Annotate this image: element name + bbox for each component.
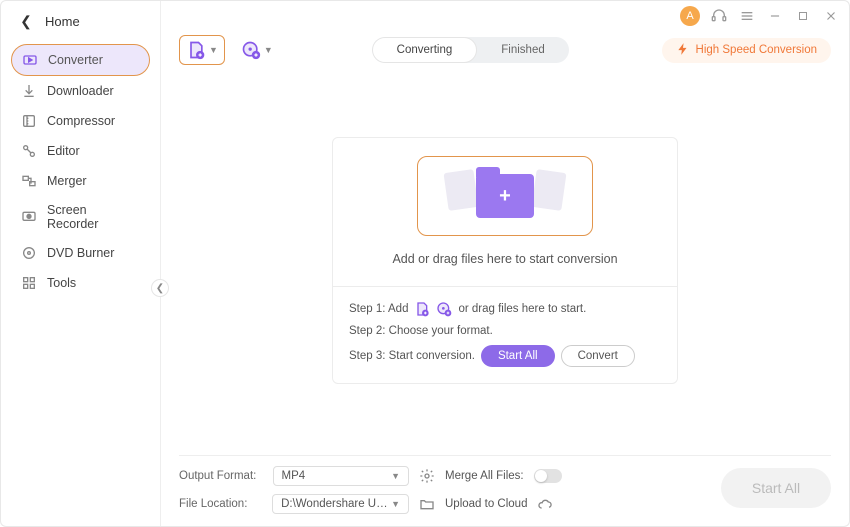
- downloader-icon: [21, 83, 37, 99]
- step-2-row: Step 2: Choose your format.: [349, 325, 661, 337]
- output-format-value: MP4: [282, 470, 306, 482]
- file-location-value: D:\Wondershare UniConverter 1: [281, 498, 391, 510]
- sidebar-item-editor[interactable]: Editor: [11, 136, 150, 166]
- sidebar-item-converter[interactable]: Converter: [11, 44, 150, 76]
- high-speed-label: High Speed Conversion: [696, 44, 817, 56]
- main-panel: ▼ ▼ Converting Finished High Speed Conve…: [161, 1, 849, 526]
- sidebar-item-label: Compressor: [47, 114, 115, 128]
- screen-recorder-icon: [21, 209, 37, 225]
- sidebar-item-label: Merger: [47, 174, 87, 188]
- step-2-text: Step 2: Choose your format.: [349, 325, 493, 337]
- file-location-label: File Location:: [179, 498, 262, 510]
- bolt-icon: [676, 42, 690, 59]
- step-1-row: Step 1: Add or drag files here to start.: [349, 301, 661, 317]
- home-label[interactable]: Home: [45, 14, 80, 29]
- start-all-label: Start All: [752, 480, 800, 496]
- sidebar-item-label: Screen Recorder: [47, 203, 140, 231]
- chevron-down-icon: ▼: [391, 471, 400, 481]
- sidebar: ❮ Home Converter Downloader Compressor: [1, 1, 161, 526]
- output-format-label: Output Format:: [179, 470, 263, 482]
- drop-zone-label: Add or drag files here to start conversi…: [333, 252, 677, 266]
- sidebar-item-label: DVD Burner: [47, 246, 114, 260]
- chevron-down-icon: ▼: [209, 45, 218, 55]
- add-file-icon[interactable]: [414, 301, 430, 317]
- sidebar-item-dvd-burner[interactable]: DVD Burner: [11, 238, 150, 268]
- step-3-row: Step 3: Start conversion. Start All Conv…: [349, 345, 661, 367]
- ghost-doc-icon: [444, 169, 479, 211]
- sidebar-item-downloader[interactable]: Downloader: [11, 76, 150, 106]
- add-dvd-button[interactable]: ▼: [235, 36, 279, 64]
- chevron-down-icon: ▼: [391, 499, 400, 509]
- merge-all-toggle[interactable]: [534, 469, 562, 483]
- sidebar-item-compressor[interactable]: Compressor: [11, 106, 150, 136]
- editor-icon: [21, 143, 37, 159]
- output-format-select[interactable]: MP4 ▼: [273, 466, 409, 486]
- sidebar-item-merger[interactable]: Merger: [11, 166, 150, 196]
- start-all-button[interactable]: Start All: [721, 468, 831, 508]
- upload-to-cloud-label: Upload to Cloud: [445, 498, 527, 510]
- sidebar-item-label: Downloader: [47, 84, 114, 98]
- convert-pill-button[interactable]: Convert: [561, 345, 635, 367]
- merge-all-label: Merge All Files:: [445, 470, 524, 482]
- back-icon[interactable]: ❮: [19, 13, 33, 30]
- high-speed-conversion-button[interactable]: High Speed Conversion: [662, 38, 831, 63]
- ghost-doc-icon: [532, 169, 567, 211]
- tab-finished[interactable]: Finished: [477, 37, 568, 63]
- step-1-prefix: Step 1: Add: [349, 303, 408, 315]
- drop-zone-card: + Add or drag files here to start conver…: [332, 137, 678, 384]
- step-1-suffix: or drag files here to start.: [458, 303, 586, 315]
- status-segmented: Converting Finished: [372, 37, 569, 63]
- merger-icon: [21, 173, 37, 189]
- sidebar-item-tools[interactable]: Tools: [11, 268, 150, 298]
- add-file-button[interactable]: ▼: [179, 35, 225, 65]
- converter-icon: [22, 52, 38, 68]
- output-settings-icon[interactable]: [419, 468, 435, 484]
- sidebar-item-screen-recorder[interactable]: Screen Recorder: [11, 196, 150, 238]
- sidebar-item-label: Editor: [47, 144, 80, 158]
- sidebar-item-label: Converter: [48, 53, 103, 67]
- dvd-burner-icon: [21, 245, 37, 261]
- start-all-pill-button[interactable]: Start All: [481, 345, 555, 367]
- chevron-down-icon: ▼: [264, 45, 273, 55]
- file-location-select[interactable]: D:\Wondershare UniConverter 1 ▼: [272, 494, 409, 514]
- tools-icon: [21, 275, 37, 291]
- cloud-icon[interactable]: [537, 496, 553, 512]
- add-dvd-icon[interactable]: [436, 301, 452, 317]
- open-folder-icon[interactable]: [419, 496, 435, 512]
- sidebar-item-label: Tools: [47, 276, 76, 290]
- step-3-text: Step 3: Start conversion.: [349, 350, 475, 362]
- compressor-icon: [21, 113, 37, 129]
- folder-plus-icon: +: [476, 174, 534, 218]
- tab-converting[interactable]: Converting: [372, 37, 478, 63]
- drop-zone[interactable]: +: [417, 156, 593, 236]
